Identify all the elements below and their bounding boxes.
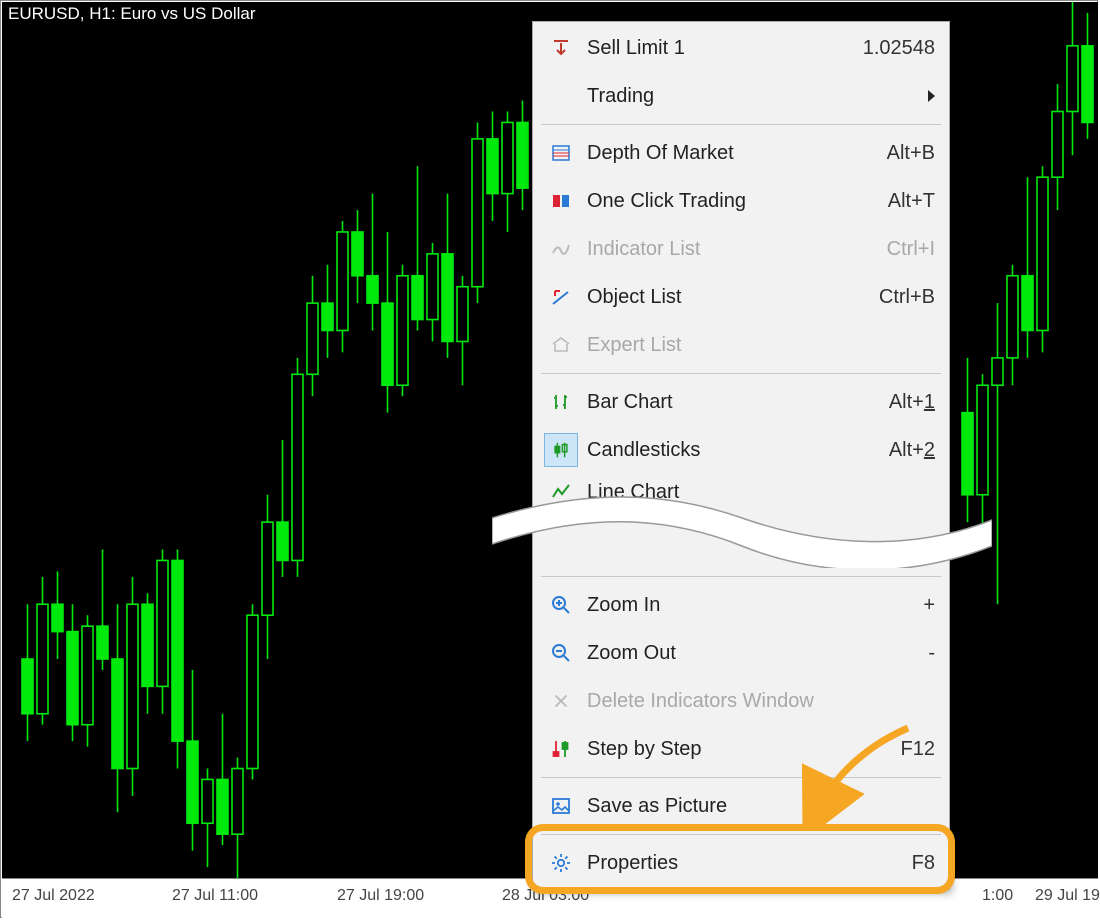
menu-shortcut: F12 <box>891 738 935 761</box>
menu-object-list[interactable]: Object List Ctrl+B <box>533 273 949 321</box>
menu-label: Save as Picture <box>581 795 935 818</box>
menu-zoom-in[interactable]: Zoom In + <box>533 581 949 629</box>
time-axis-tick: 27 Jul 2022 <box>12 887 95 905</box>
chart-context-menu: Sell Limit 1 1.02548 Trading Depth Of Ma… <box>532 21 950 890</box>
menu-zoom-out[interactable]: Zoom Out - <box>533 629 949 677</box>
zoom-out-icon <box>541 642 581 664</box>
candlesticks-icon <box>544 433 578 467</box>
menu-shortcut: - <box>918 642 935 665</box>
wave-cut-gap <box>533 510 949 572</box>
time-axis-tick: 27 Jul 19:00 <box>337 887 424 905</box>
menu-indicator-list: Indicator List Ctrl+I <box>533 225 949 273</box>
menu-label: One Click Trading <box>581 190 878 213</box>
menu-label: Zoom Out <box>581 642 918 665</box>
menu-step-by-step[interactable]: Step by Step F12 <box>533 725 949 773</box>
menu-label: Sell Limit 1 <box>581 37 853 60</box>
menu-shortcut: + <box>913 594 935 617</box>
menu-shortcut: Alt+1 <box>879 391 935 414</box>
menu-line-chart[interactable]: Line Chart <box>533 474 949 510</box>
time-axis-tick: 1:00 <box>982 887 1013 905</box>
object-list-icon <box>541 286 581 308</box>
menu-label: Depth Of Market <box>581 142 877 165</box>
menu-label: Step by Step <box>581 738 891 761</box>
menu-label: Properties <box>581 852 902 875</box>
menu-shortcut: Alt+2 <box>879 439 935 462</box>
menu-sell-limit[interactable]: Sell Limit 1 1.02548 <box>533 24 949 72</box>
sell-limit-icon <box>541 37 581 59</box>
menu-label: Delete Indicators Window <box>581 690 935 713</box>
time-axis-tick: 29 Jul 19 <box>1035 887 1100 905</box>
step-by-step-icon <box>541 738 581 760</box>
line-chart-icon <box>541 481 581 503</box>
menu-delete-indicators-window: Delete Indicators Window <box>533 677 949 725</box>
zoom-in-icon <box>541 594 581 616</box>
indicator-list-icon <box>541 238 581 260</box>
expert-list-icon <box>541 334 581 356</box>
menu-separator <box>541 834 941 835</box>
time-axis-tick: 27 Jul 11:00 <box>172 887 258 905</box>
menu-shortcut: Ctrl+B <box>869 286 935 309</box>
menu-label: Zoom In <box>581 594 913 617</box>
menu-label: Expert List <box>581 334 935 357</box>
menu-shortcut: Ctrl+I <box>877 238 935 261</box>
menu-shortcut: Alt+B <box>877 142 935 165</box>
menu-separator <box>541 777 941 778</box>
menu-save-as-picture[interactable]: Save as Picture <box>533 782 949 830</box>
menu-separator <box>541 576 941 577</box>
menu-candlesticks[interactable]: Candlesticks Alt+2 <box>533 426 949 474</box>
menu-separator <box>541 373 941 374</box>
menu-label: Candlesticks <box>581 439 879 462</box>
menu-value: 1.02548 <box>853 37 935 60</box>
depth-of-market-icon <box>541 142 581 164</box>
bar-chart-icon <box>541 391 581 413</box>
menu-properties[interactable]: Properties F8 <box>533 839 949 887</box>
menu-label: Bar Chart <box>581 391 879 414</box>
menu-expert-list: Expert List <box>533 321 949 369</box>
menu-label: Object List <box>581 286 869 309</box>
gear-icon <box>541 852 581 874</box>
menu-bar-chart[interactable]: Bar Chart Alt+1 <box>533 378 949 426</box>
menu-trading[interactable]: Trading <box>533 72 949 120</box>
delete-icon <box>541 691 581 711</box>
chevron-right-icon <box>928 90 935 102</box>
menu-separator <box>541 124 941 125</box>
menu-label: Line Chart <box>581 481 935 504</box>
one-click-trading-icon <box>541 190 581 212</box>
menu-label: Indicator List <box>581 238 877 261</box>
menu-label: Trading <box>581 85 920 108</box>
menu-depth-of-market[interactable]: Depth Of Market Alt+B <box>533 129 949 177</box>
menu-shortcut: Alt+T <box>878 190 935 213</box>
menu-shortcut: F8 <box>902 852 935 875</box>
menu-one-click-trading[interactable]: One Click Trading Alt+T <box>533 177 949 225</box>
save-picture-icon <box>541 795 581 817</box>
